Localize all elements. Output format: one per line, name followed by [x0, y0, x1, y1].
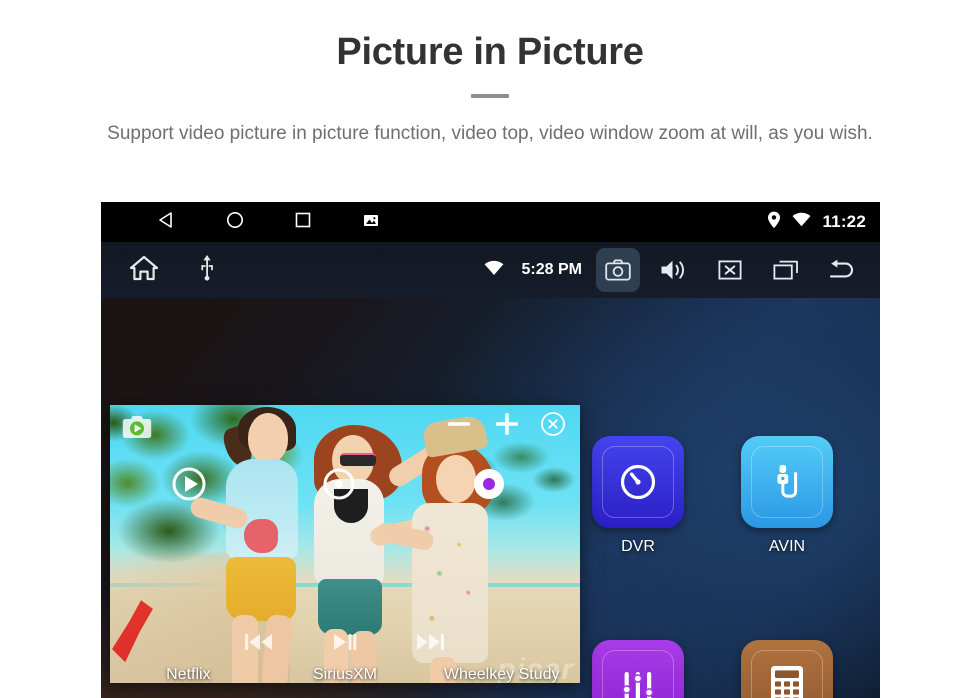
app-calculator[interactable]: Calculator [727, 640, 847, 698]
equalizer-glyph [616, 664, 660, 698]
close-app-button[interactable] [708, 248, 752, 292]
status-bar-indicators: 11:22 [767, 202, 866, 242]
screenshot-icon[interactable] [361, 210, 381, 235]
dock-label-netflix: Netflix [166, 666, 211, 683]
toolbar-left-group [129, 254, 215, 287]
app-dvr[interactable]: DVR [578, 436, 698, 556]
system-toolbar: 5:28 PM [101, 242, 880, 298]
camera-button[interactable] [596, 248, 640, 292]
back-triangle-icon[interactable] [157, 210, 177, 235]
gauge-icon [592, 436, 684, 528]
gauge-glyph [615, 459, 661, 505]
next-track-icon[interactable] [416, 631, 446, 653]
dock-label-wheelkey-study: Wheelkey Study [443, 666, 560, 683]
pip-close-button[interactable] [540, 411, 566, 437]
toolbar-clock: 5:28 PM [521, 261, 582, 278]
home-circle-icon[interactable] [225, 210, 245, 235]
home-icon[interactable] [129, 254, 159, 287]
calculator-glyph [766, 663, 808, 698]
pip-window[interactable]: picar [110, 405, 580, 683]
android-status-bar: 11:22 [101, 202, 880, 242]
page-root: Picture in Picture Support video picture… [0, 0, 980, 698]
radio-glyph [319, 464, 359, 504]
wifi-icon [792, 212, 811, 232]
title-divider [471, 93, 509, 98]
play-glyph [169, 464, 209, 504]
steering-wheel-glyph [468, 463, 510, 505]
equalizer-icon [592, 640, 684, 698]
camera-video-icon[interactable] [122, 415, 152, 444]
volume-button[interactable] [652, 248, 696, 292]
previous-track-icon[interactable] [244, 631, 274, 653]
status-bar-nav-group [157, 210, 381, 235]
app-amplifier[interactable]: Amplifier [578, 640, 698, 698]
location-pin-icon [767, 211, 781, 234]
launcher-desktop: DVR AVIN picar Netflix SiriusXM Wheelkey… [101, 298, 880, 698]
play-pause-icon[interactable] [332, 631, 358, 653]
back-arrow-icon[interactable] [820, 248, 864, 292]
app-label-dvr: DVR [621, 538, 655, 555]
dock-label-siriusxm: SiriusXM [313, 666, 378, 683]
recents-button[interactable] [764, 248, 808, 292]
pip-zoom-out-button[interactable] [444, 409, 474, 439]
usb-icon[interactable] [199, 254, 215, 286]
av-plug-icon [741, 436, 833, 528]
page-title: Picture in Picture [336, 31, 644, 73]
pip-zoom-in-button[interactable] [492, 409, 522, 439]
toolbar-right-group: 5:28 PM [484, 242, 864, 298]
av-plug-glyph [764, 459, 810, 505]
device-screen: 11:22 5:28 PM DVR AVIN picar Netflix Sir… [101, 202, 880, 698]
dock-label-row: Netflix SiriusXM Wheelkey Study [110, 666, 580, 684]
pip-playback-controls [110, 631, 580, 653]
recents-square-icon[interactable] [293, 210, 313, 235]
marketing-header: Picture in Picture Support video picture… [0, 0, 980, 148]
wifi-icon [484, 260, 504, 281]
page-subtitle: Support video picture in picture functio… [107, 122, 873, 144]
pip-window-controls [110, 405, 580, 443]
status-bar-time: 11:22 [822, 212, 866, 231]
app-avin[interactable]: AVIN [727, 436, 847, 556]
calculator-icon [741, 640, 833, 698]
app-label-avin: AVIN [768, 538, 806, 555]
